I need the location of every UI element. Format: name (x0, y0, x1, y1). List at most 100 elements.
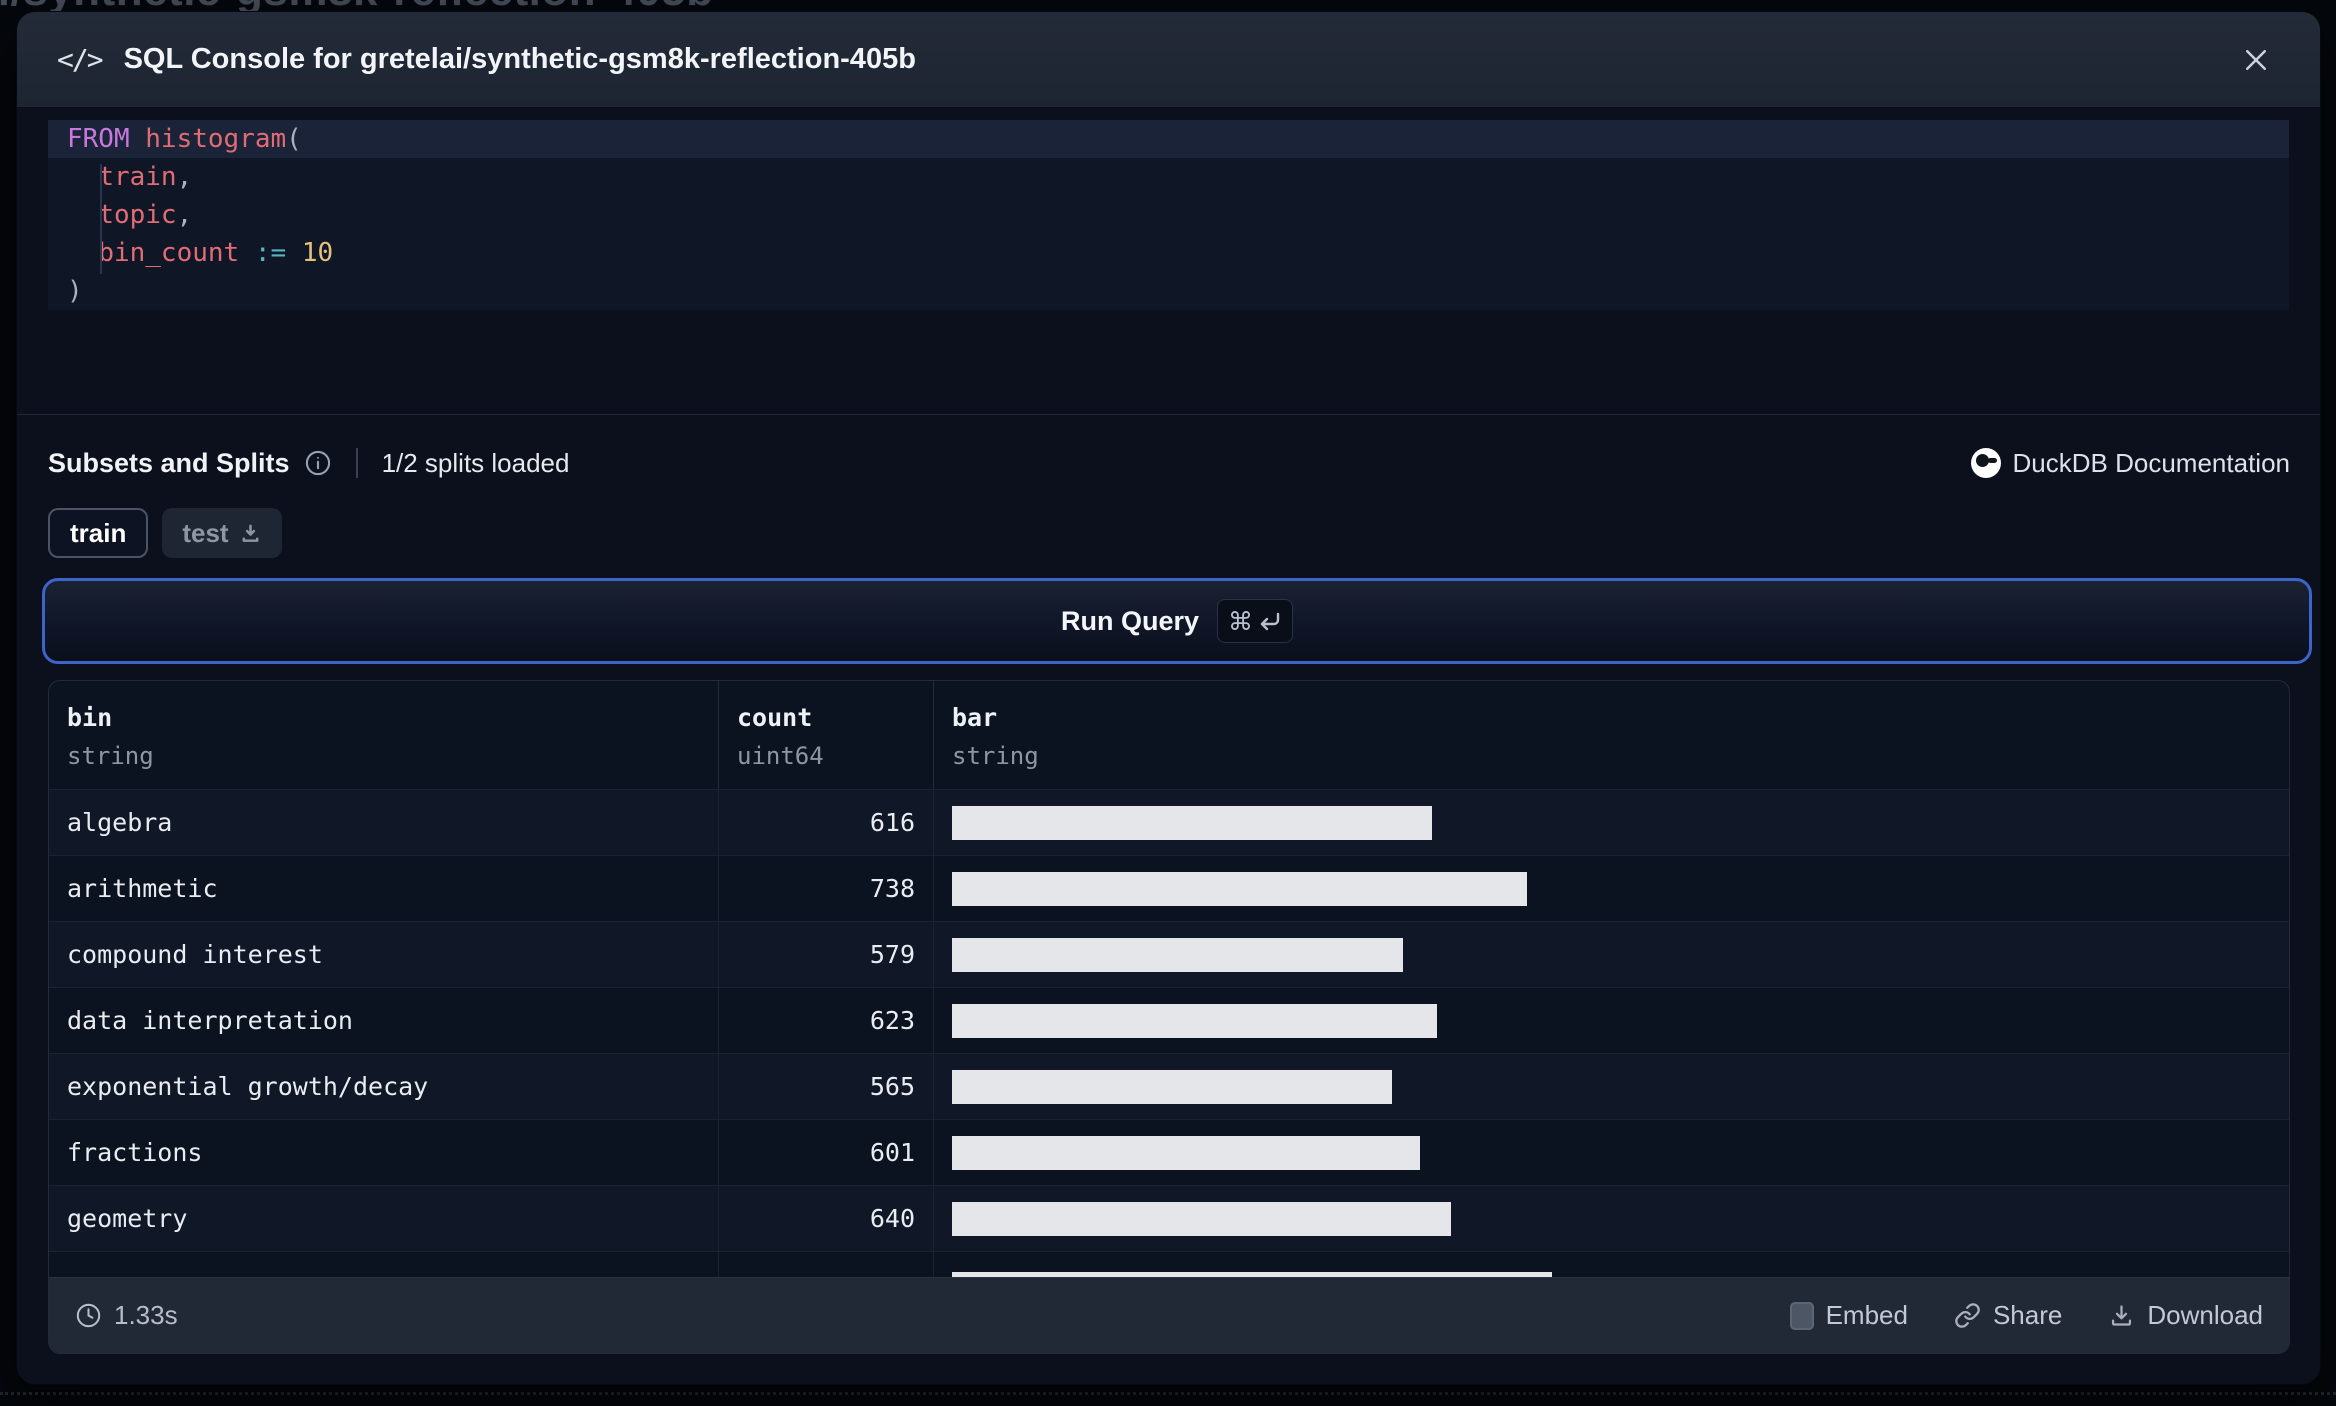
cell-count: 616 (719, 790, 934, 855)
section-divider (17, 414, 2320, 415)
split-chip-train[interactable]: train (48, 508, 149, 558)
vertical-divider (355, 448, 358, 478)
table-row: arithmetic 738 (49, 855, 2289, 921)
download-button[interactable]: Download (2108, 1300, 2263, 1331)
code-line: train, (48, 158, 2289, 196)
modal-header: </> SQL Console for gretelai/synthetic-g… (17, 12, 2320, 108)
query-time: 1.33s (75, 1300, 178, 1331)
table-row: geometry 640 (49, 1185, 2289, 1251)
table-row: exponential growth/decay 565 (49, 1053, 2289, 1119)
cell-bin: algebra (49, 790, 719, 855)
cell-bar (934, 1186, 2289, 1251)
code-token: 10 (301, 238, 334, 268)
histogram-bar (952, 937, 1403, 972)
code-token: histogram (145, 124, 287, 154)
cell-bin: fractions (49, 1120, 719, 1185)
histogram-bar (952, 1003, 1437, 1038)
code-line: ) (48, 272, 2289, 310)
sql-editor[interactable]: FROM histogram( train, topic, bin_count … (48, 120, 2289, 310)
command-icon: ⌘ (1228, 606, 1254, 636)
code-token: , (176, 162, 193, 192)
cell-count: 601 (719, 1120, 934, 1185)
histogram-bar (952, 871, 1527, 906)
run-query-label: Run Query (1060, 605, 1200, 636)
split-chip-label: test (182, 517, 229, 548)
duckdb-logo-icon (1970, 448, 2001, 478)
run-query-button[interactable]: Run Query ⌘ (42, 578, 2312, 664)
elapsed-time: 1.33s (114, 1300, 178, 1330)
histogram-bar (952, 1135, 1420, 1170)
table-row: fractions 601 (49, 1119, 2289, 1185)
keyboard-shortcut-badge: ⌘ (1217, 599, 1294, 643)
split-chip-test[interactable]: test (162, 508, 282, 558)
download-icon (2112, 1305, 2132, 1326)
splits-loaded-status: 1/2 splits loaded (381, 447, 570, 478)
embed-button[interactable]: Embed (1789, 1300, 1908, 1331)
cell-bin: arithmetic (49, 856, 719, 921)
histogram-bar (952, 1201, 1451, 1236)
cell-count: 565 (719, 1054, 934, 1119)
results-footer: 1.33s Embed Share Download (49, 1277, 2289, 1353)
table-body: algebra 616 arithmetic 738 compound interest… (49, 789, 2289, 1279)
sql-console-modal: </> SQL Console for gretelai/synthetic-g… (17, 12, 2320, 1384)
cell-bar (934, 1120, 2289, 1185)
cell-bar (934, 988, 2289, 1053)
cell-bin (49, 1252, 719, 1279)
code-token: ) (67, 276, 83, 306)
subsets-left: Subsets and Splits 1/2 splits loaded (48, 448, 569, 479)
histogram-bar (952, 1069, 1392, 1104)
column-header-bin[interactable]: bin string (49, 681, 719, 789)
close-icon[interactable] (2236, 40, 2276, 80)
share-link-icon (1955, 1303, 1980, 1328)
code-line: bin_count := 10 (48, 234, 2289, 272)
code-token: := (254, 238, 287, 268)
return-icon (1260, 612, 1280, 631)
indent-guide (100, 164, 102, 274)
duckdb-link-label: DuckDB Documentation (2012, 447, 2290, 478)
cell-count (719, 1252, 934, 1279)
table-header-row: bin string count uint64 bar string (49, 681, 2289, 789)
clock-icon (76, 1303, 101, 1328)
code-token: train (98, 162, 177, 192)
table-row: compound interest 579 (49, 921, 2289, 987)
cell-bin: data interpretation (49, 988, 719, 1053)
footer-actions: Embed Share Download (1789, 1300, 2263, 1331)
modal-title: SQL Console for gretelai/synthetic-gsm8k… (123, 43, 916, 75)
duckdb-documentation-link[interactable]: DuckDB Documentation (1970, 447, 2290, 479)
share-button[interactable]: Share (1954, 1300, 2062, 1331)
results-table: bin string count uint64 bar string algeb… (48, 680, 2290, 1354)
table-row: data interpretation 623 (49, 987, 2289, 1053)
cell-bar (934, 790, 2289, 855)
split-chips-row: train test (48, 508, 282, 558)
column-header-count[interactable]: count uint64 (719, 681, 934, 789)
download-icon (242, 524, 259, 542)
code-lines: FROM histogram( train, topic, bin_count … (48, 120, 2289, 310)
code-token: topic (98, 200, 177, 230)
split-chip-label: train (70, 517, 127, 548)
info-icon[interactable] (304, 449, 332, 477)
code-line: FROM histogram( (48, 120, 2289, 158)
code-token: ( (286, 124, 302, 154)
subsets-row: Subsets and Splits 1/2 splits loaded Duc… (48, 437, 2290, 489)
cell-count: 623 (719, 988, 934, 1053)
code-line: topic, (48, 196, 2289, 234)
cell-count: 738 (719, 856, 934, 921)
background-divider (0, 1392, 2336, 1395)
cell-bar (934, 1252, 2289, 1279)
cell-bar (934, 1054, 2289, 1119)
table-row-partial (49, 1251, 2289, 1279)
cell-count: 640 (719, 1186, 934, 1251)
cell-bar (934, 856, 2289, 921)
cell-bin: compound interest (49, 922, 719, 987)
cell-count: 579 (719, 922, 934, 987)
cell-bar (934, 922, 2289, 987)
code-icon: </> (57, 43, 104, 76)
cell-bin: exponential growth/decay (49, 1054, 719, 1119)
column-header-bar[interactable]: bar string (934, 681, 2289, 789)
